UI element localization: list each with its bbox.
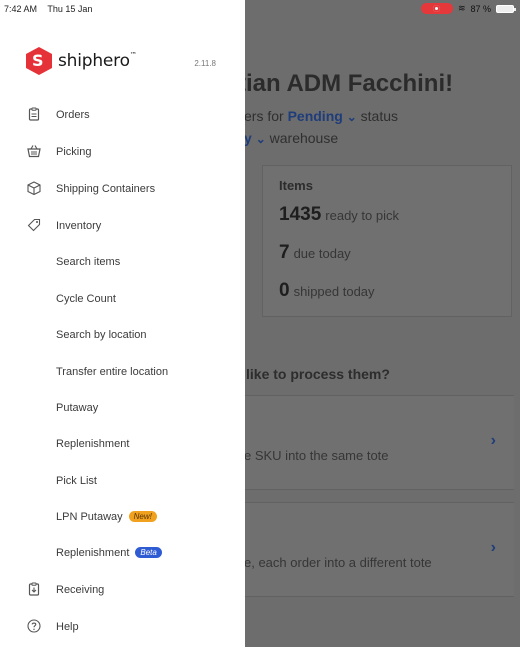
status-date: Thu 15 Jan	[47, 4, 93, 14]
process-question: like to process them?	[246, 366, 390, 382]
menu-item-putaway[interactable]: Putaway	[0, 392, 245, 422]
clipboard-icon	[27, 107, 41, 121]
wifi-icon: ≋	[457, 3, 466, 13]
filter-suffix: warehouse	[269, 130, 339, 146]
menu-item-search-items[interactable]: Search items	[0, 246, 245, 276]
stat-ready: 1435 ready to pick	[279, 204, 399, 225]
card-title: Items	[279, 178, 313, 193]
tag-icon	[27, 218, 41, 232]
help-icon	[27, 619, 41, 633]
chevron-right-icon: ›	[490, 539, 496, 556]
basket-icon	[27, 144, 41, 158]
menu-item-inventory[interactable]: Inventory	[0, 210, 245, 240]
filter-suffix: status	[360, 108, 399, 124]
menu-item-help[interactable]: Help	[0, 611, 245, 641]
receiving-icon	[27, 582, 41, 596]
stat-due: 7 due today	[279, 242, 351, 263]
box-icon	[27, 181, 41, 195]
option-different-tote[interactable]: e, each order into a different tote ›	[244, 502, 514, 597]
menu-item-orders[interactable]: Orders	[0, 99, 245, 129]
screen-record-icon[interactable]	[420, 3, 453, 14]
beta-badge: Beta	[135, 547, 162, 558]
menu-item-transfer-entire-location[interactable]: Transfer entire location	[0, 356, 245, 386]
greeting-title: tian ADM Facchini!	[238, 70, 454, 97]
stat-shipped: 0 shipped today	[279, 280, 375, 301]
menu-item-lpn-putaway[interactable]: LPN Putaway New!	[0, 501, 245, 531]
chevron-down-icon: ⌄	[346, 110, 357, 124]
menu-item-picking[interactable]: Picking	[0, 136, 245, 166]
warehouse-dropdown[interactable]: y	[244, 130, 252, 146]
status-dropdown[interactable]: Pending	[288, 108, 343, 124]
status-time: 7:42 AM	[4, 4, 38, 14]
menu-item-receiving[interactable]: Receiving	[0, 574, 245, 604]
brand-logo: S shiphero™	[26, 47, 137, 75]
status-filter-line: ers for Pending ⌄ status	[244, 108, 398, 124]
menu-item-cycle-count[interactable]: Cycle Count	[0, 283, 245, 313]
menu-item-replenishment[interactable]: Replenishment	[0, 428, 245, 458]
menu-item-search-by-location[interactable]: Search by location	[0, 319, 245, 349]
battery-icon	[496, 4, 516, 13]
chevron-down-icon: ⌄	[255, 132, 266, 146]
navigation-drawer: S shiphero™ 2.11.8 Orders Picking Shippi…	[0, 0, 245, 647]
option-same-tote[interactable]: e SKU into the same tote ›	[244, 395, 514, 490]
app-version: 2.11.8	[194, 59, 216, 68]
menu-item-shipping-containers[interactable]: Shipping Containers	[0, 173, 245, 203]
warehouse-filter-line: y ⌄ warehouse	[244, 130, 338, 146]
status-bar: 7:42 AM Thu 15 Jan ≋ 87 %	[0, 0, 520, 18]
filter-prefix: ers for	[244, 108, 284, 124]
brand-name: shiphero	[58, 51, 130, 71]
menu-item-pick-list[interactable]: Pick List	[0, 465, 245, 495]
menu-item-label: Replenishment	[56, 547, 130, 559]
menu-item-replenishment-beta[interactable]: Replenishment Beta	[0, 537, 245, 567]
new-badge: New!	[128, 511, 157, 522]
items-card: Items 1435 ready to pick 7 due today 0 ship…	[262, 165, 512, 317]
menu-item-label: LPN Putaway	[56, 511, 123, 523]
battery-percent: 87 %	[470, 3, 491, 14]
chevron-right-icon: ›	[490, 432, 496, 449]
shiphero-logo-icon: S	[26, 47, 52, 75]
trademark: ™	[129, 51, 137, 59]
